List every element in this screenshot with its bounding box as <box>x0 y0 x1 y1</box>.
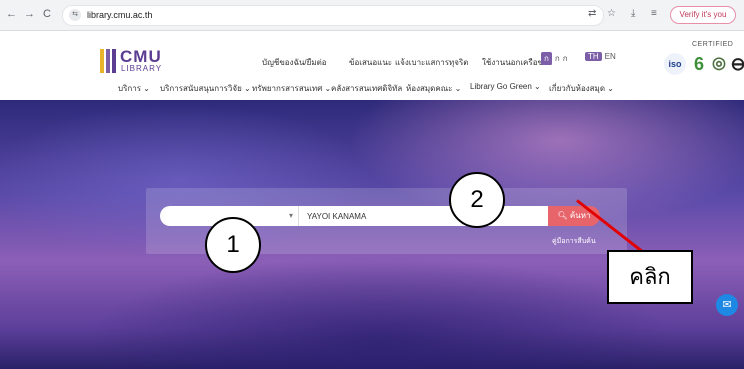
reload-icon[interactable]: C <box>43 8 51 20</box>
search-guide-link[interactable]: คู่มือการสืบค้น <box>552 236 596 247</box>
step-marker-2: 2 <box>449 172 505 228</box>
chevron-down-icon: ▾ <box>288 211 293 220</box>
extensions-icon[interactable]: ≡ <box>651 8 657 19</box>
logo-subtext: LIBRARY <box>121 64 163 73</box>
logo-bars-icon <box>100 49 116 73</box>
menu-digital-collections[interactable]: คลังสารสนเทศดิจิทัล <box>331 82 402 95</box>
translate-icon[interactable]: ⇄ <box>588 8 596 19</box>
green-six-icon: 6 <box>693 54 704 74</box>
font-size-normal[interactable]: ก <box>541 52 552 65</box>
download-icon[interactable]: ⤓ <box>631 8 635 19</box>
top-link-feedback[interactable]: ข้อเสนอแนะ <box>349 56 392 69</box>
site-header: CMU LIBRARY บัญชีของฉัน/ยืมต่อ ข้อเสนอแน… <box>0 31 744 99</box>
menu-about-library[interactable]: เกี่ยวกับห้องสมุด ⌄ <box>549 82 614 95</box>
click-callout: คลิก <box>607 250 693 304</box>
certified-label: CERTIFIED <box>692 41 734 48</box>
top-link-my-account[interactable]: บัญชีของฉัน/ยืมต่อ <box>262 56 327 69</box>
site-info-icon[interactable]: ⇆ <box>69 9 81 21</box>
search-input[interactable] <box>298 206 548 226</box>
menu-library-go-green[interactable]: Library Go Green ⌄ <box>470 82 541 91</box>
menu-research-support[interactable]: บริการสนับสนุนการวิจัย ⌄ <box>160 82 251 95</box>
messenger-chat-icon[interactable]: ✉ <box>716 294 738 316</box>
language-switcher[interactable]: TH EN <box>585 52 619 65</box>
search-icon: 🔍︎ <box>557 211 568 220</box>
menu-faculty-libraries[interactable]: ห้องสมุดคณะ ⌄ <box>406 82 461 95</box>
verify-button[interactable]: Verify it's you <box>670 6 736 24</box>
search-button[interactable]: 🔍︎ ค้นหา <box>548 206 600 226</box>
search-button-label: ค้นหา <box>569 211 591 220</box>
browser-toolbar: ← → C ⇆ library.cmu.ac.th ⇄ ☆ ⤓ ≡ Verify… <box>0 0 744 31</box>
address-bar[interactable]: ⇆ library.cmu.ac.th <box>62 5 604 26</box>
iso-icon: iso <box>664 53 686 75</box>
url-text[interactable]: library.cmu.ac.th <box>87 10 152 20</box>
bookmark-star-icon[interactable]: ☆ <box>607 8 616 19</box>
back-icon[interactable]: ← <box>6 8 17 20</box>
step-marker-1: 1 <box>205 217 261 273</box>
top-link-report-corruption[interactable]: แจ้งเบาะแสการทุจริต <box>395 56 468 69</box>
badge-icon: ⊖ <box>730 54 744 74</box>
forward-icon[interactable]: → <box>24 8 35 20</box>
menu-services[interactable]: บริการ ⌄ <box>118 82 150 95</box>
menu-resources[interactable]: ทรัพยากรสารสนเทศ ⌄ <box>252 82 331 95</box>
font-size-switcher[interactable]: กกก <box>541 52 571 65</box>
lang-th[interactable]: TH <box>585 52 602 61</box>
font-size-large[interactable]: ก <box>563 54 568 63</box>
font-size-medium[interactable]: ก <box>555 54 560 63</box>
lang-en[interactable]: EN <box>605 52 616 61</box>
